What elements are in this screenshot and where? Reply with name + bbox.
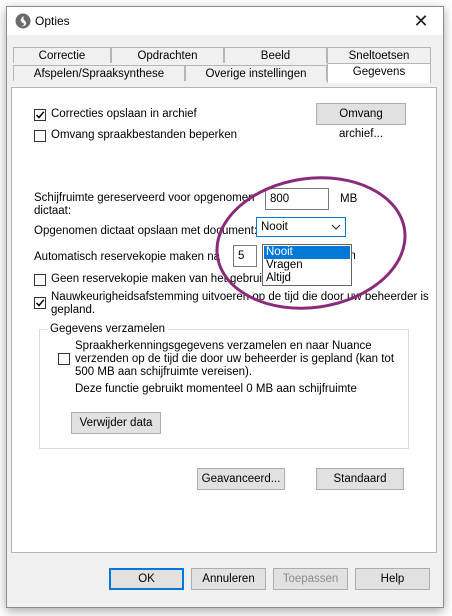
help-button[interactable]: Help — [355, 568, 430, 590]
tab-sneltoetsen[interactable]: Sneltoetsen — [327, 47, 431, 63]
save-corrections-checkbox[interactable] — [34, 109, 46, 121]
tab-overige-instellingen[interactable]: Overige instellingen — [185, 65, 327, 81]
disk-usage-info: Deze functie gebruikt momenteel 0 MB aan… — [75, 383, 357, 395]
ok-button[interactable]: OK — [109, 568, 184, 590]
disk-space-label: Schijfruimte gereserveerd voor opgenomen — [34, 192, 255, 204]
apply-button[interactable]: Toepassen — [273, 568, 348, 590]
tab-opdrachten[interactable]: Opdrachten — [111, 47, 224, 63]
tab-afspelen-spraaksynthese[interactable]: Afspelen/Spraaksynthese — [13, 65, 185, 81]
limit-speech-files-label: Omvang spraakbestanden beperken — [51, 129, 238, 141]
advanced-button[interactable]: Geavanceerd... — [197, 468, 285, 490]
close-icon[interactable]: ✕ — [407, 9, 435, 33]
save-corrections-label: Correcties opslaan in archief — [51, 108, 197, 120]
window-title: Opties — [35, 14, 70, 28]
collect-data-label: Spraakherkenningsgegevens verzamelen en … — [75, 340, 372, 352]
dragon-app-icon — [15, 13, 31, 29]
tab-correctie[interactable]: Correctie — [13, 47, 111, 63]
limit-speech-files-checkbox[interactable] — [34, 130, 46, 142]
collect-data-group-title: Gegevens verzamelen — [47, 323, 169, 335]
tab-gegevens[interactable]: Gegevens — [327, 63, 431, 83]
accuracy-tuning-label-line2: gepland. — [51, 304, 96, 316]
default-button[interactable]: Standaard — [316, 468, 404, 490]
accuracy-tuning-checkbox[interactable] — [34, 297, 46, 309]
backup-label: Automatisch reservekopie maken na — [34, 251, 221, 263]
archive-size-button[interactable]: Omvang archief... — [316, 103, 406, 140]
disk-space-label-line2: dictaat: — [34, 205, 72, 217]
tab-beeld[interactable]: Beeld — [224, 47, 327, 63]
no-backup-checkbox[interactable] — [34, 274, 46, 286]
title-bar: Opties ✕ — [7, 7, 443, 35]
collect-data-checkbox[interactable] — [58, 353, 70, 365]
collect-data-label-line2: verzenden op de tijd die door uw beheerd… — [75, 353, 395, 365]
collect-data-label-line3: 500 MB aan schijfruimte vereisen). — [75, 366, 253, 378]
cancel-button[interactable]: Annuleren — [191, 568, 266, 590]
delete-data-button[interactable]: Verwijder data — [71, 412, 161, 434]
options-dialog: Opties ✕ Correctie Opdrachten Beeld Snel… — [6, 6, 444, 608]
